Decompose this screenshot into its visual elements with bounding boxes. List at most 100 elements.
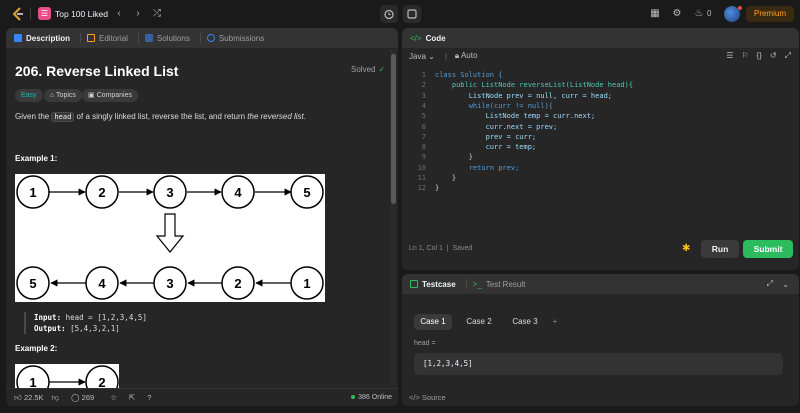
source-label: Source bbox=[421, 393, 446, 402]
expand-icon[interactable]: ⤢ bbox=[767, 279, 773, 289]
lock-icon: ▣ bbox=[88, 92, 97, 99]
tab-submissions[interactable]: Submissions bbox=[206, 34, 264, 43]
divider bbox=[465, 279, 467, 289]
check-circle-icon: ✓ bbox=[378, 65, 386, 74]
solved-label: Solved bbox=[351, 65, 376, 74]
reset-icon[interactable]: ↺ bbox=[770, 51, 777, 61]
format-icon[interactable]: ☰ bbox=[726, 51, 733, 61]
saved-status: Saved bbox=[452, 245, 473, 252]
code-header: </> Code bbox=[402, 28, 799, 48]
case-2-tab[interactable]: Case 2 bbox=[460, 314, 498, 330]
leetcode-logo-icon[interactable] bbox=[10, 6, 26, 22]
node-value: 3 bbox=[166, 276, 173, 291]
source-toggle[interactable]: </> Source bbox=[409, 393, 446, 402]
flame-icon[interactable]: ♨ bbox=[692, 7, 706, 21]
topics-badge[interactable]: ⌂ Topics bbox=[44, 89, 82, 102]
grid-menu-icon[interactable]: ▦ bbox=[648, 7, 662, 21]
gear-icon[interactable]: ⚙ bbox=[670, 7, 684, 21]
problem-description: Given the head of a singly linked list, … bbox=[15, 112, 385, 122]
input-value: head = [1,2,3,4,5] bbox=[65, 313, 147, 322]
expand-icon[interactable]: ⤢ bbox=[785, 51, 791, 61]
line-number: 10 bbox=[417, 163, 426, 172]
difficulty-badge[interactable]: Easy bbox=[15, 89, 43, 102]
code-editor[interactable]: 1 2 3 4 5 6 7 8 9 10 11 12 class Solutio… bbox=[402, 70, 799, 210]
line-number: 1 bbox=[421, 71, 426, 79]
node-value: 5 bbox=[303, 185, 310, 200]
help-button[interactable]: ? bbox=[147, 393, 151, 402]
node-value: 1 bbox=[29, 375, 36, 388]
scrollbar-thumb[interactable] bbox=[391, 54, 396, 204]
testcase-tabs: Testcase >_ Test Result ⤢ ⌄ bbox=[402, 274, 799, 294]
desc-text: of a singly linked list, reverse the lis… bbox=[74, 112, 248, 121]
problem-title[interactable]: 206. Reverse Linked List bbox=[15, 63, 178, 79]
solved-status: Solved ✓ bbox=[351, 65, 385, 74]
favorite-button[interactable]: ☆ bbox=[110, 393, 117, 402]
chevron-down-icon: ⌄ bbox=[428, 51, 435, 61]
code-line: return prev; bbox=[435, 163, 520, 172]
list-icon[interactable]: ☰ bbox=[38, 7, 51, 20]
desc-text: Given the bbox=[15, 112, 52, 121]
run-button[interactable]: Run bbox=[701, 240, 739, 258]
thumbs-down-icon: 👎︎ bbox=[51, 392, 60, 402]
checkbox-icon bbox=[410, 280, 418, 288]
node-value: 2 bbox=[98, 375, 105, 388]
line-number: 6 bbox=[421, 122, 426, 131]
code-line: curr.next = prev; bbox=[435, 122, 558, 131]
like-button[interactable]: 👍︎ 22.5K bbox=[14, 393, 44, 403]
divider bbox=[30, 8, 31, 20]
debug-icon[interactable]: ✱ bbox=[682, 243, 690, 254]
divider bbox=[199, 33, 201, 43]
terminal-icon: >_ bbox=[472, 279, 482, 289]
param-input[interactable]: [1,2,3,4,5] bbox=[414, 353, 783, 375]
bookmark-icon[interactable]: ⚐ bbox=[741, 51, 748, 61]
case-1-tab[interactable]: Case 1 bbox=[414, 314, 452, 330]
line-number: 3 bbox=[421, 91, 426, 100]
problem-list-title[interactable]: Top 100 Liked bbox=[55, 9, 108, 19]
submit-button[interactable]: Submit bbox=[743, 240, 793, 258]
auto-mode[interactable]: 🔒︎ Auto bbox=[455, 51, 478, 61]
node-value: 2 bbox=[234, 276, 241, 291]
comment-icon: ◯ bbox=[71, 393, 80, 402]
code-line: while(curr != null){ bbox=[435, 101, 554, 110]
timer-button[interactable] bbox=[380, 5, 398, 23]
collapse-icon[interactable]: ⌄ bbox=[782, 280, 789, 289]
alarm-icon bbox=[384, 9, 394, 20]
like-count: 22.5K bbox=[23, 393, 44, 402]
add-case-button[interactable]: + bbox=[548, 314, 562, 330]
tab-test-result[interactable]: >_ Test Result bbox=[473, 280, 526, 289]
code-title: Code bbox=[425, 33, 446, 43]
companies-badge[interactable]: ▣ Companies bbox=[82, 89, 138, 102]
input-label: Input: bbox=[34, 313, 62, 322]
tab-testcase[interactable]: Testcase bbox=[410, 280, 456, 289]
comments-button[interactable]: ◯ 269 bbox=[71, 393, 94, 402]
example-1-diagram: 1 2 3 4 5 5 4 3 2 1 bbox=[15, 174, 325, 302]
output-label: Output: bbox=[34, 324, 66, 333]
premium-button[interactable]: Premium bbox=[746, 6, 794, 22]
node-value: 1 bbox=[29, 185, 36, 200]
online-count: 386 Online bbox=[358, 394, 392, 401]
prev-problem-icon[interactable]: ‹ bbox=[112, 7, 126, 21]
auto-label: Auto bbox=[460, 51, 478, 60]
shuffle-icon[interactable]: ⤮ bbox=[150, 7, 164, 21]
tab-description[interactable]: Description bbox=[14, 34, 70, 43]
code-panel: </> Code Java ⌄ | 🔒︎ Auto ☰ ⚐ {} ↺ ⤢ 1 2… bbox=[402, 28, 799, 270]
notes-button[interactable] bbox=[403, 5, 421, 23]
share-button[interactable]: ⇱ bbox=[129, 393, 135, 402]
example-2-diagram: 1 2 bbox=[15, 364, 119, 388]
topics-label: Topics bbox=[56, 92, 76, 99]
node-value: 5 bbox=[29, 276, 36, 291]
next-problem-icon[interactable]: › bbox=[131, 7, 145, 21]
example-1-title: Example 1: bbox=[15, 154, 58, 163]
dislike-button[interactable]: 👎︎ bbox=[52, 393, 60, 403]
tab-editorial[interactable]: Editorial bbox=[87, 34, 128, 43]
language-select[interactable]: Java ⌄ bbox=[409, 52, 435, 61]
inline-code: head bbox=[51, 112, 75, 122]
tab-solutions[interactable]: Solutions bbox=[144, 33, 190, 43]
case-3-tab[interactable]: Case 3 bbox=[506, 314, 544, 330]
braces-icon[interactable]: {} bbox=[757, 51, 762, 61]
companies-label: Companies bbox=[96, 92, 132, 99]
list-bottom: 5 4 3 2 1 bbox=[16, 266, 324, 300]
line-number: 5 bbox=[421, 112, 426, 121]
tab-label: Solutions bbox=[156, 33, 190, 43]
thumbs-up-icon: 👍︎ bbox=[14, 392, 22, 402]
